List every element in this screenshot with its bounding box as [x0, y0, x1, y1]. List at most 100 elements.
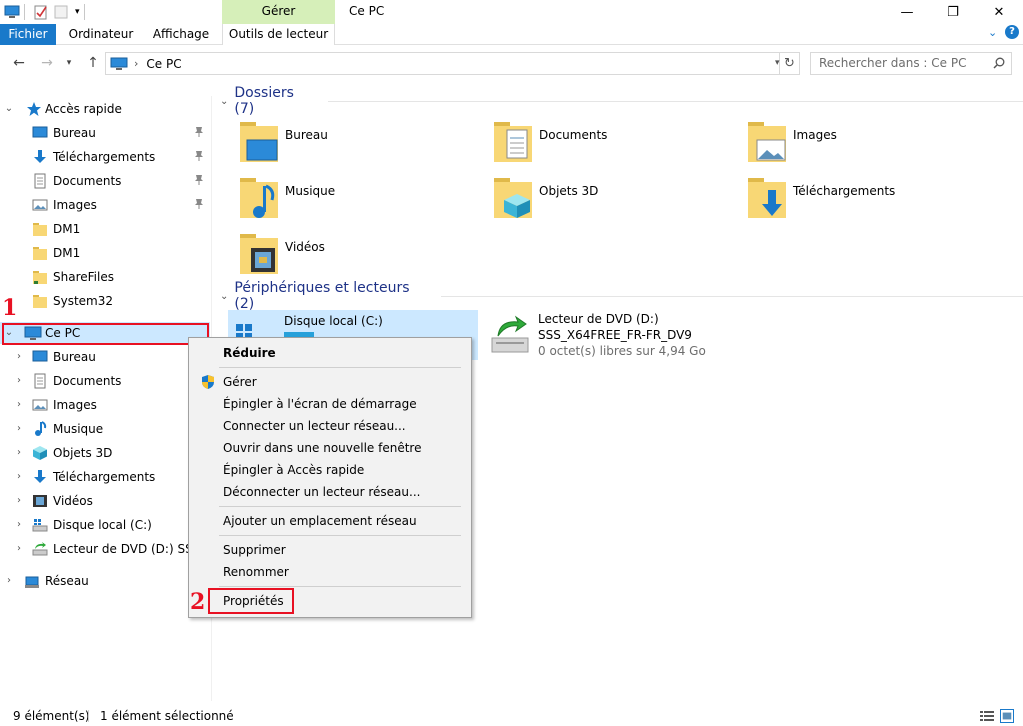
sidebar-item-system32[interactable]: System32	[0, 290, 210, 312]
image-icon	[32, 199, 48, 211]
up-arrow-icon[interactable]: ↑	[84, 54, 102, 72]
back-arrow-icon[interactable]: ←	[10, 54, 28, 72]
large-icons-view-icon[interactable]	[1000, 709, 1014, 723]
download-icon	[34, 150, 46, 163]
computer-icon[interactable]	[4, 4, 20, 20]
drive-tile-dvd-d[interactable]: Lecteur de DVD (D:) SSS_X64FREE_FR-FR_DV…	[486, 310, 726, 360]
group-header-devices[interactable]: ⌄ Périphériques et lecteurs (2)	[220, 280, 1023, 312]
search-input[interactable]: Rechercher dans : Ce PC	[810, 52, 1012, 75]
chevron-right-icon[interactable]: ›	[14, 346, 24, 368]
menu-item-add-network-location[interactable]: Ajouter un emplacement réseau	[191, 510, 469, 532]
group-header-label: Dossiers (7)	[234, 85, 294, 117]
folder-tile-label: Objets 3D	[539, 184, 599, 198]
sidebar-item-dvd-drive-d[interactable]: › Lecteur de DVD (D:) SSS_X64	[0, 538, 210, 560]
toolbar-divider	[83, 4, 85, 20]
chevron-right-icon[interactable]: ›	[4, 570, 14, 592]
sidebar-item-documents-quick[interactable]: Documents	[0, 170, 210, 192]
collapse-ribbon-button[interactable]: ⌄	[988, 26, 997, 39]
minimize-button[interactable]: —	[884, 0, 930, 24]
menu-item-rename[interactable]: Renommer	[191, 561, 469, 583]
group-header-folders[interactable]: ⌄ Dossiers (7)	[220, 85, 1023, 117]
customize-toolbar-icon[interactable]: ▾	[75, 7, 80, 17]
menu-item-delete[interactable]: Supprimer	[191, 539, 469, 561]
sidebar-item-videos[interactable]: › Vidéos	[0, 490, 210, 512]
chevron-down-icon[interactable]: ⌄	[220, 96, 228, 107]
sidebar-item-dm1[interactable]: DM1	[0, 218, 210, 240]
sidebar-item-dm1[interactable]: DM1	[0, 242, 210, 264]
chevron-right-icon[interactable]: ›	[14, 538, 24, 560]
folder-tile-images[interactable]: Images	[747, 120, 987, 170]
details-view-icon[interactable]	[980, 710, 994, 722]
folder-tile-desktop[interactable]: Bureau	[239, 120, 479, 170]
title-bar: ▾ Gérer Ce PC — ❐ ✕	[0, 0, 1023, 24]
sidebar-item-images-quick[interactable]: Images	[0, 194, 210, 216]
pin-icon[interactable]	[193, 174, 205, 186]
menu-item-disconnect-network-drive[interactable]: Déconnecter un lecteur réseau...	[191, 481, 469, 503]
sidebar-item-local-disk-c[interactable]: › Disque local (C:)	[0, 514, 210, 536]
chevron-right-icon[interactable]: ›	[14, 514, 24, 536]
folder-tile-documents[interactable]: Documents	[493, 120, 733, 170]
recent-locations-icon[interactable]: ▾	[60, 54, 78, 72]
window-title: Ce PC	[349, 4, 385, 18]
tab-computer[interactable]: Ordinateur	[63, 24, 139, 45]
forward-arrow-icon[interactable]: →	[38, 54, 56, 72]
breadcrumb-this-pc[interactable]: Ce PC	[146, 57, 181, 71]
sidebar-item-images[interactable]: › Images	[0, 394, 210, 416]
sidebar-item-label: System32	[53, 294, 114, 308]
sidebar-item-downloads-quick[interactable]: Téléchargements	[0, 146, 210, 168]
chevron-down-icon[interactable]: ⌄	[220, 291, 228, 302]
folder-icon	[33, 271, 47, 284]
chevron-right-icon[interactable]: ›	[14, 490, 24, 512]
navigation-pane[interactable]: ⌄ Accès rapide Bureau Téléchargements Do…	[0, 96, 212, 701]
ribbon-tabs: Fichier Ordinateur Affichage Outils de l…	[0, 24, 1023, 45]
folder-tile-music[interactable]: Musique	[239, 176, 479, 226]
folder-tile-downloads[interactable]: Téléchargements	[747, 176, 987, 226]
sidebar-item-documents[interactable]: › Documents	[0, 370, 210, 392]
address-bar[interactable]: › Ce PC	[105, 52, 780, 75]
context-menu: Réduire Gérer Épingler à l'écran de déma…	[188, 337, 472, 618]
menu-item-pin-quick-access[interactable]: Épingler à Accès rapide	[191, 459, 469, 481]
star-icon	[27, 102, 41, 116]
sidebar-item-desktop[interactable]: › Bureau	[0, 346, 210, 368]
sidebar-item-3d-objects[interactable]: › Objets 3D	[0, 442, 210, 464]
refresh-icon[interactable]: ↻	[780, 52, 800, 75]
annotation-step-2: 2	[190, 589, 206, 615]
document-icon	[494, 122, 532, 162]
chevron-right-icon[interactable]: ›	[14, 466, 24, 488]
pin-icon[interactable]	[193, 150, 205, 162]
chevron-down-icon[interactable]: ⌄	[4, 98, 14, 120]
folder-tile-label: Musique	[285, 184, 336, 198]
chevron-right-icon[interactable]: ›	[14, 394, 24, 416]
tab-drive-tools[interactable]: Outils de lecteur	[222, 24, 335, 45]
pin-icon[interactable]	[193, 126, 205, 138]
new-folder-icon[interactable]	[53, 4, 69, 20]
folder-tile-3d-objects[interactable]: Objets 3D	[493, 176, 733, 226]
sidebar-item-quick-access[interactable]: ⌄ Accès rapide	[0, 98, 210, 120]
menu-item-map-network-drive[interactable]: Connecter un lecteur réseau...	[191, 415, 469, 437]
tab-file[interactable]: Fichier	[0, 24, 56, 45]
dvd-icon	[32, 542, 48, 556]
chevron-right-icon[interactable]: ›	[14, 370, 24, 392]
sidebar-item-desktop-quick[interactable]: Bureau	[0, 122, 210, 144]
menu-separator	[219, 586, 461, 587]
properties-icon[interactable]	[33, 4, 49, 20]
sidebar-item-network[interactable]: › Réseau	[0, 570, 210, 592]
menu-item-collapse[interactable]: Réduire	[191, 342, 469, 364]
status-selection: 1 élément sélectionné	[100, 709, 234, 723]
tab-view[interactable]: Affichage	[146, 24, 216, 45]
menu-item-pin-to-start[interactable]: Épingler à l'écran de démarrage	[191, 393, 469, 415]
help-button[interactable]: ?	[1005, 25, 1019, 39]
menu-item-manage[interactable]: Gérer	[191, 371, 469, 393]
pin-icon[interactable]	[193, 198, 205, 210]
annotation-step-1: 1	[2, 295, 18, 321]
chevron-right-icon[interactable]: ›	[14, 442, 24, 464]
sidebar-item-sharefiles[interactable]: ShareFiles	[0, 266, 210, 288]
desktop-icon	[32, 350, 48, 362]
chevron-right-icon[interactable]: ›	[14, 418, 24, 440]
menu-item-open-new-window[interactable]: Ouvrir dans une nouvelle fenêtre	[191, 437, 469, 459]
folder-tile-videos[interactable]: Vidéos	[239, 232, 479, 282]
sidebar-item-downloads[interactable]: › Téléchargements	[0, 466, 210, 488]
close-button[interactable]: ✕	[976, 0, 1022, 24]
sidebar-item-music[interactable]: › Musique	[0, 418, 210, 440]
maximize-button[interactable]: ❐	[930, 0, 976, 24]
